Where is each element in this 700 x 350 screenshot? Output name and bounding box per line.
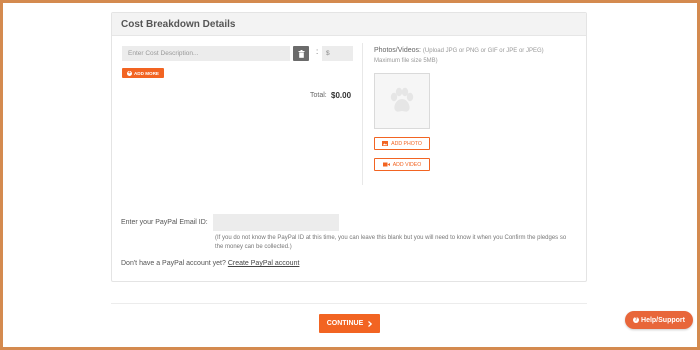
photo-preview: [374, 73, 430, 129]
total-value: $0.00: [331, 91, 352, 100]
add-more-label: ADD MORE: [133, 70, 159, 76]
video-camera-icon: [382, 162, 390, 167]
no-account-text: Don't have a PayPal account yet?: [121, 260, 226, 267]
trash-icon: [298, 49, 304, 58]
paw-icon: [390, 87, 414, 112]
continue-button[interactable]: CONTINUE: [319, 314, 380, 333]
help-support-label: Help/Support: [641, 316, 685, 324]
paypal-label: Enter your PayPal Email ID:: [121, 219, 208, 226]
cost-description-input[interactable]: Enter Cost Description...: [122, 46, 290, 61]
cost-amount-input[interactable]: $: [322, 46, 353, 61]
paypal-no-account: Don't have a PayPal account yet? Create …: [121, 260, 299, 267]
question-icon: ?: [633, 317, 640, 323]
delete-cost-button[interactable]: [293, 46, 309, 61]
add-photo-button[interactable]: ADD PHOTO: [374, 137, 430, 150]
cost-description-placeholder: Enter Cost Description...: [128, 50, 199, 57]
currency-symbol: $: [326, 50, 330, 57]
total-label: Total:: [310, 92, 327, 99]
section-title: Cost Breakdown Details: [112, 13, 586, 36]
add-video-button[interactable]: ADD VIDEO: [374, 158, 430, 171]
image-icon: [382, 141, 389, 146]
column-divider: [362, 43, 363, 185]
help-support-button[interactable]: ? Help/Support: [625, 311, 693, 329]
chevron-right-icon: [368, 320, 373, 327]
paypal-email-input[interactable]: [213, 214, 339, 231]
add-video-label: ADD VIDEO: [392, 161, 422, 168]
cost-separator: :: [316, 47, 319, 56]
paypal-note: (If you do not know the PayPal ID at thi…: [215, 235, 567, 250]
footer-divider: [111, 303, 587, 304]
create-paypal-link[interactable]: Create PayPal account: [228, 260, 300, 267]
plus-icon: +: [126, 69, 132, 76]
add-more-button[interactable]: + ADD MORE: [122, 68, 164, 78]
continue-label: CONTINUE: [326, 320, 364, 327]
media-title-label: Photos/Videos:: [374, 47, 421, 54]
media-title: Photos/Videos: (Upload JPG or PNG or GIF…: [374, 46, 564, 66]
add-photo-label: ADD PHOTO: [391, 140, 422, 147]
cost-breakdown-card: Cost Breakdown Details Enter Cost Descri…: [111, 12, 587, 282]
